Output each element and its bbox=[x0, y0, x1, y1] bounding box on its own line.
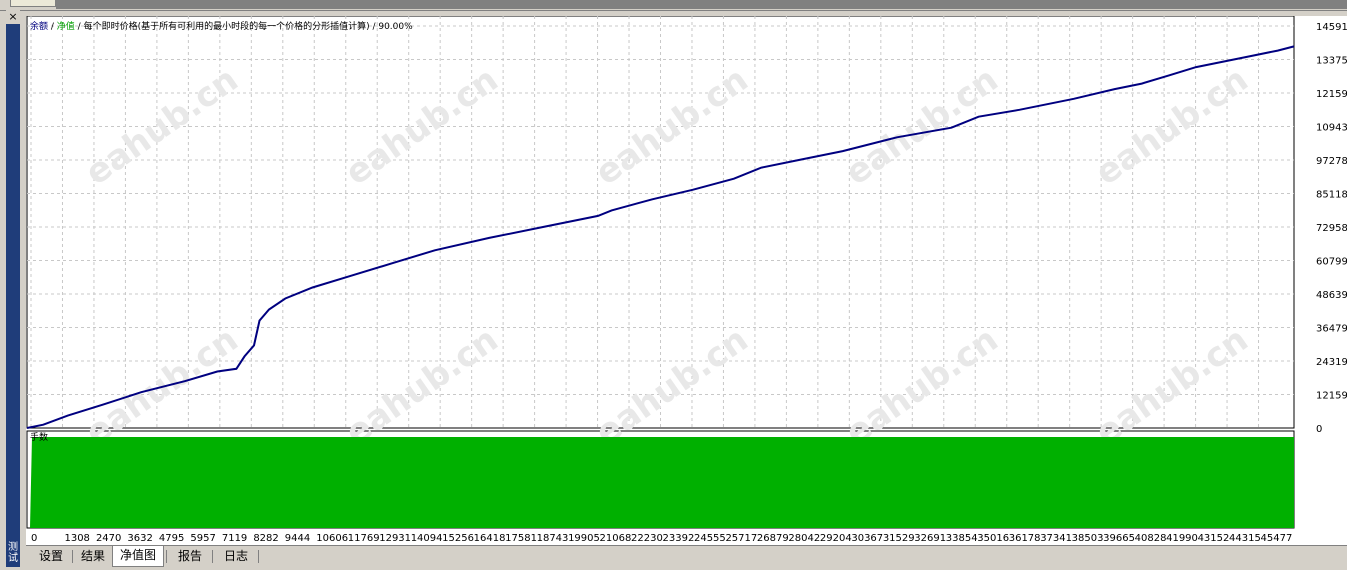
x-tick-label: 23392 bbox=[663, 533, 695, 544]
x-tick-label: 22230 bbox=[631, 533, 663, 544]
x-tick-label: 10606 bbox=[316, 533, 348, 544]
y-tick-label: 8511846 bbox=[1316, 190, 1347, 201]
legend-balance: 余额 bbox=[30, 20, 48, 32]
legend-sep: / bbox=[48, 22, 57, 32]
tab-equity-chart[interactable]: 净值图 bbox=[112, 546, 164, 567]
x-tick-label: 38503 bbox=[1072, 533, 1104, 544]
y-tick-label: 4863912 bbox=[1316, 290, 1347, 301]
tab-settings[interactable]: 设置 bbox=[32, 547, 70, 566]
y-tick-label: 14591737 bbox=[1316, 22, 1347, 33]
y-tick-label: 2431956 bbox=[1316, 357, 1347, 368]
toolbar-dark-strip bbox=[56, 0, 1347, 9]
tab-separator bbox=[212, 550, 213, 563]
x-tick-label: 40828 bbox=[1135, 533, 1167, 544]
x-tick-label: 9444 bbox=[285, 533, 310, 544]
x-tick-label: 15256 bbox=[442, 533, 474, 544]
x-tick-label: 0 bbox=[31, 533, 37, 544]
x-tick-label: 41990 bbox=[1166, 533, 1198, 544]
toolbar-tab[interactable] bbox=[10, 0, 56, 7]
y-tick-label: 0 bbox=[1316, 424, 1322, 435]
x-tick-label: 17581 bbox=[505, 533, 537, 544]
x-tick-label: 2470 bbox=[96, 533, 121, 544]
x-tick-label: 43152 bbox=[1198, 533, 1230, 544]
tab-separator bbox=[72, 550, 73, 563]
y-tick-label: 12159781 bbox=[1316, 89, 1347, 100]
x-tick-label: 24555 bbox=[694, 533, 726, 544]
x-tick-label: 25717 bbox=[725, 533, 757, 544]
x-tick-label: 21068 bbox=[600, 533, 632, 544]
x-tick-label: 45477 bbox=[1261, 533, 1293, 544]
x-tick-label: 8282 bbox=[253, 533, 278, 544]
x-tick-label: 16418 bbox=[474, 533, 506, 544]
x-tick-label: 26879 bbox=[757, 533, 789, 544]
y-tick-label: 10943803 bbox=[1316, 123, 1347, 134]
legend-model: 每个即时价格(基于所有可利用的最小时段的每一个价格的分形插值计算) bbox=[84, 20, 370, 32]
y-tick-label: 13375759 bbox=[1316, 56, 1347, 67]
legend-equity: 净值 bbox=[57, 20, 75, 32]
x-tick-label: 7119 bbox=[222, 533, 247, 544]
y-tick-label: 9727825 bbox=[1316, 156, 1347, 167]
chart-panel: 14591737 13375759 12159781 10943803 9727825 8… bbox=[26, 16, 1347, 545]
x-tick-label: 19905 bbox=[568, 533, 600, 544]
x-tick-label: 35016 bbox=[977, 533, 1009, 544]
terminal-sidebar bbox=[6, 10, 20, 567]
tab-results[interactable]: 结果 bbox=[74, 547, 112, 566]
legend-quality: 90.00% bbox=[378, 22, 413, 32]
equity-chart: 14591737 13375759 12159781 10943803 9727825 8… bbox=[26, 16, 1347, 544]
x-tick-label: 29204 bbox=[820, 533, 852, 544]
tab-bar: 设置 结果 净值图 报告 日志 bbox=[26, 545, 1347, 568]
legend-sep: / bbox=[75, 22, 84, 32]
x-tick-label: 5957 bbox=[190, 533, 215, 544]
x-tick-label: 12931 bbox=[379, 533, 411, 544]
close-icon[interactable]: × bbox=[6, 10, 20, 24]
legend-text: 余额 / 净值 / 每个即时价格(基于所有可利用的最小时段的每一个价格的分形插值… bbox=[30, 20, 413, 32]
x-tick-label: 31529 bbox=[883, 533, 915, 544]
y-tick-label: 3647934 bbox=[1316, 324, 1347, 335]
x-tick-label: 14094 bbox=[411, 533, 443, 544]
tab-journal[interactable]: 日志 bbox=[216, 547, 256, 566]
x-tick-label: 37341 bbox=[1040, 533, 1072, 544]
x-tick-label: 3632 bbox=[127, 533, 152, 544]
y-tick-label: 6079906 bbox=[1316, 257, 1347, 268]
x-tick-label: 1308 bbox=[64, 533, 89, 544]
x-tick-label: 4795 bbox=[159, 533, 184, 544]
y-tick-label: 1215978 bbox=[1316, 391, 1347, 402]
x-tick-label: 18743 bbox=[537, 533, 569, 544]
legend-sep: / bbox=[370, 22, 379, 32]
y-tick-label: 7295868 bbox=[1316, 223, 1347, 234]
lots-area bbox=[30, 437, 1294, 528]
top-toolbar bbox=[0, 0, 1347, 11]
x-tick-label: 30367 bbox=[851, 533, 883, 544]
x-tick-label: 39665 bbox=[1103, 533, 1135, 544]
x-tick-label: 11769 bbox=[348, 533, 380, 544]
x-tick-label: 32691 bbox=[914, 533, 946, 544]
x-tick-label: 28042 bbox=[788, 533, 820, 544]
tab-separator bbox=[258, 550, 259, 563]
lots-label: 手数 bbox=[30, 431, 48, 443]
x-tick-label: 44315 bbox=[1229, 533, 1261, 544]
tab-report[interactable]: 报告 bbox=[170, 547, 210, 566]
tab-separator bbox=[166, 550, 167, 563]
x-tick-label: 33854 bbox=[946, 533, 978, 544]
side-label: 测试 bbox=[8, 542, 18, 564]
x-tick-label: 36178 bbox=[1009, 533, 1041, 544]
